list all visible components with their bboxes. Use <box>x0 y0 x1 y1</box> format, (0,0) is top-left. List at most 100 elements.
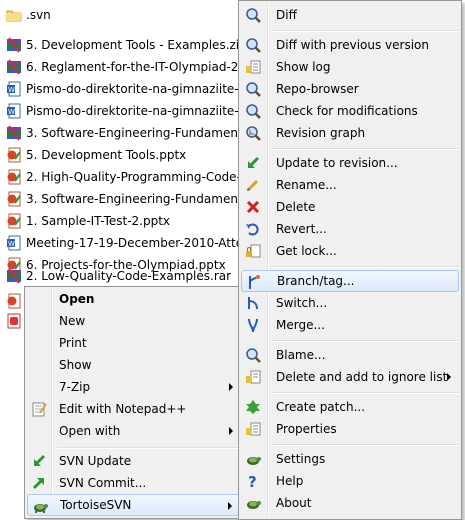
diff-icon <box>245 7 261 23</box>
menu-item-label: New <box>59 314 86 328</box>
file-item[interactable]: 3. Software-Engineering-Fundamentals.p <box>6 188 271 210</box>
menu-item-show-log[interactable]: Show log <box>241 56 459 78</box>
svg-text:W: W <box>8 108 15 116</box>
menu-item-about[interactable]: About <box>241 492 459 514</box>
menu-item-check-modifications[interactable]: Check for modifications <box>241 100 459 122</box>
menu-item-7zip[interactable]: 7-Zip <box>27 376 241 398</box>
lock-icon <box>245 243 261 259</box>
menu-item-label: SVN Update <box>59 454 132 468</box>
menu-item-switch[interactable]: Switch... <box>241 292 459 314</box>
menu-item-diff[interactable]: Diff <box>241 4 459 26</box>
submenu-arrow-icon <box>447 373 451 381</box>
file-name: Pismo-do-direktorite-na-gimnaziite-Dec <box>26 104 262 118</box>
menu-item-label: Open with <box>59 424 121 438</box>
file-item[interactable] <box>6 290 26 312</box>
file-item[interactable] <box>6 310 26 332</box>
menu-item-open-with[interactable]: Open with <box>27 420 241 442</box>
diff-previous-icon <box>245 37 261 53</box>
rename-icon <box>245 177 261 193</box>
file-item[interactable]: 6. Reglament-for-the-IT-Olympiad-2010 <box>6 56 261 78</box>
menu-item-label: Blame... <box>276 348 326 362</box>
menu-item-delete[interactable]: Delete <box>241 196 459 218</box>
menu-item-settings[interactable]: Settings <box>241 448 459 470</box>
menu-item-repo-browser[interactable]: Repo-browser <box>241 78 459 100</box>
show-log-icon <box>245 59 261 75</box>
menu-item-edit-notepad[interactable]: Edit with Notepad++ <box>27 398 241 420</box>
blame-icon <box>245 347 261 363</box>
menu-item-update-to-revision[interactable]: Update to revision... <box>241 152 459 174</box>
powerpoint-document-icon <box>6 191 22 207</box>
help-icon: ? <box>245 473 261 491</box>
menu-item-label: Delete and add to ignore list <box>276 370 448 384</box>
svn-commit-icon <box>31 475 47 491</box>
menu-item-help[interactable]: ? Help <box>241 470 459 492</box>
menu-item-label: Delete <box>276 200 316 214</box>
menu-item-label: SVN Commit... <box>59 476 147 490</box>
menu-item-merge[interactable]: Merge... <box>241 314 459 336</box>
powerpoint-document-icon <box>6 147 22 163</box>
menu-item-svn-commit[interactable]: SVN Commit... <box>27 472 241 494</box>
winrar-archive-icon <box>6 59 22 75</box>
settings-icon <box>245 451 261 467</box>
menu-item-label: Help <box>276 474 304 488</box>
submenu-arrow-icon <box>229 383 233 391</box>
menu-item-properties[interactable]: Properties <box>241 418 459 440</box>
menu-item-print[interactable]: Print <box>27 332 241 354</box>
menu-item-open[interactable]: Open <box>27 288 241 310</box>
svn-update-icon <box>31 453 47 469</box>
menu-separator <box>271 266 459 268</box>
notepad-plus-plus-icon <box>31 401 47 417</box>
update-to-revision-icon <box>245 155 261 171</box>
file-item[interactable]: W Pismo-do-direktorite-na-gimnaziite-Dec <box>6 78 262 100</box>
file-item[interactable]: 1. Sample-IT-Test-2.pptx <box>6 210 170 232</box>
menu-separator <box>271 30 459 32</box>
file-item[interactable]: 5. Development Tools.pptx <box>6 144 186 166</box>
menu-item-label: Diff with previous version <box>276 38 429 52</box>
check-modifications-icon <box>245 103 261 119</box>
menu-item-revision-graph[interactable]: Revision graph <box>241 122 459 144</box>
menu-item-label: About <box>276 496 312 510</box>
menu-item-label: Create patch... <box>276 400 366 414</box>
menu-item-label: Properties <box>276 422 337 436</box>
menu-item-create-patch[interactable]: Create patch... <box>241 396 459 418</box>
word-document-icon: W <box>6 235 22 251</box>
file-item[interactable]: 5. Development Tools - Examples.zip <box>6 34 247 56</box>
file-name: 5. Development Tools.pptx <box>26 148 187 162</box>
folder-icon <box>6 7 22 23</box>
powerpoint-document-icon <box>6 169 22 185</box>
file-name: 5. Development Tools - Examples.zip <box>26 38 247 52</box>
file-item[interactable]: 2. Low-Quality-Code-Examples.rar <box>6 265 231 287</box>
menu-item-label: Update to revision... <box>276 156 398 170</box>
winrar-archive-icon <box>6 268 22 284</box>
file-item[interactable]: W Pismo-do-direktorite-na-gimnaziite-Dec <box>6 100 262 122</box>
file-item[interactable]: 2. High-Quality-Programming-Code-Co <box>6 166 257 188</box>
menu-item-diff-previous[interactable]: Diff with previous version <box>241 34 459 56</box>
menu-item-tortoisesvn[interactable]: TortoiseSVN <box>27 494 241 516</box>
menu-item-rename[interactable]: Rename... <box>241 174 459 196</box>
menu-item-label: Repo-browser <box>276 82 359 96</box>
branch-tag-icon <box>246 274 262 290</box>
context-menu: Open New Print Show 7-Zip Edit with Note… <box>24 286 244 519</box>
file-name: 3. Software-Engineering-Fundamentals.p <box>26 192 272 206</box>
menu-item-label: Edit with Notepad++ <box>59 402 187 416</box>
file-name: 1. Sample-IT-Test-2.pptx <box>26 214 171 228</box>
menu-separator <box>271 148 459 150</box>
menu-item-blame[interactable]: Blame... <box>241 344 459 366</box>
file-name: 2. Low-Quality-Code-Examples.rar <box>26 269 232 283</box>
menu-item-branch-tag[interactable]: Branch/tag... <box>241 270 459 292</box>
menu-item-show[interactable]: Show <box>27 354 241 376</box>
file-item[interactable]: .svn <box>6 4 51 26</box>
file-item[interactable]: W Meeting-17-19-December-2010-Attende <box>6 232 266 254</box>
menu-item-svn-update[interactable]: SVN Update <box>27 450 241 472</box>
file-item[interactable]: 3. Software-Engineering-Fundamentals-I <box>6 122 267 144</box>
delete-icon <box>245 199 261 215</box>
menu-separator <box>271 444 459 446</box>
menu-item-get-lock[interactable]: Get lock... <box>241 240 459 262</box>
menu-item-ignore-list[interactable]: Delete and add to ignore list <box>241 366 459 388</box>
menu-item-label: TortoiseSVN <box>60 498 132 512</box>
word-document-icon: W <box>6 81 22 97</box>
menu-item-label: Open <box>59 292 95 306</box>
menu-item-revert[interactable]: Revert... <box>241 218 459 240</box>
menu-item-new[interactable]: New <box>27 310 241 332</box>
powerpoint-document-icon <box>6 213 22 229</box>
